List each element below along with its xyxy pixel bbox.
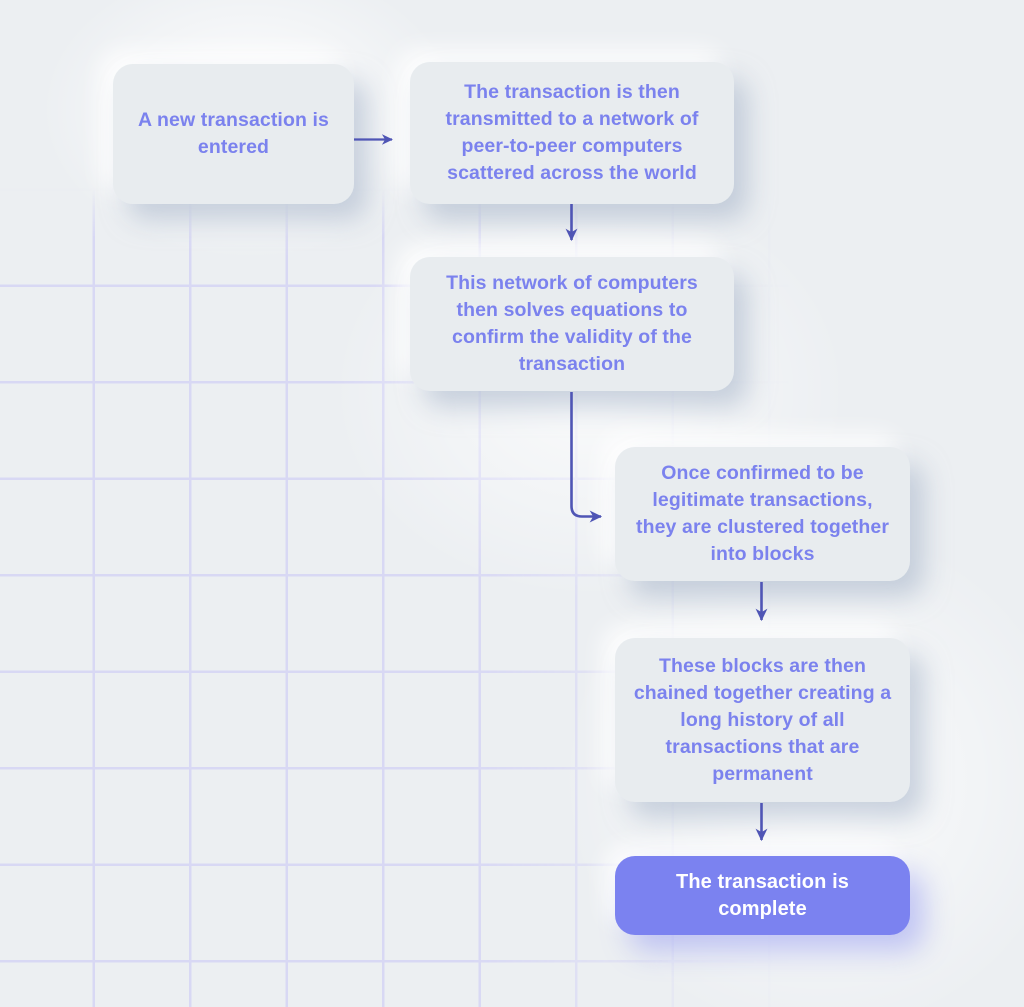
- flow-node-transmitted-to-network[interactable]: The transaction is then transmitted to a…: [410, 62, 734, 204]
- flow-node-label: This network of computers then solves eq…: [446, 272, 698, 375]
- flow-node-solves-equations[interactable]: This network of computers then solves eq…: [410, 257, 734, 391]
- flow-node-blocks-chained-together[interactable]: These blocks are then chained together c…: [615, 638, 910, 802]
- flow-node-label: The transaction is then transmitted to a…: [445, 81, 699, 184]
- flow-node-transaction-complete[interactable]: The transaction is complete: [615, 856, 910, 935]
- flow-node-new-transaction-entered[interactable]: A new transaction is entered: [113, 64, 354, 204]
- flow-node-label: Once confirmed to be legitimate transact…: [635, 462, 890, 565]
- flow-node-label: A new transaction is entered: [138, 109, 329, 158]
- flow-node-label: The transaction is complete: [676, 870, 849, 920]
- arrow-node3-to-node4: [570, 392, 603, 523]
- flowchart-canvas: A new transaction is entered The transac…: [0, 0, 1024, 1007]
- flow-node-clustered-into-blocks[interactable]: Once confirmed to be legitimate transact…: [615, 447, 910, 581]
- flow-node-label: These blocks are then chained together c…: [633, 654, 892, 785]
